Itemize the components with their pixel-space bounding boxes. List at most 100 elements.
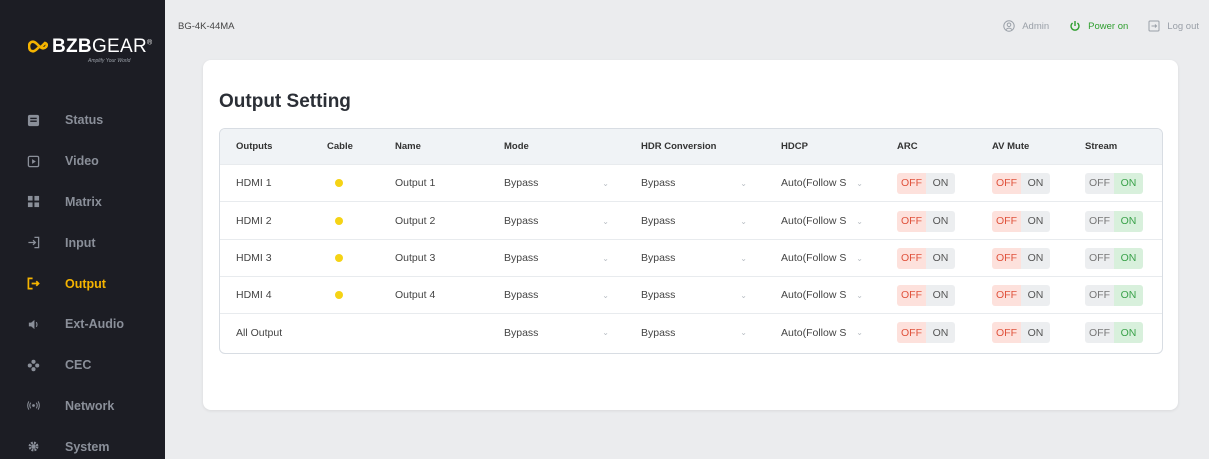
toggle-on-option[interactable]: ON: [926, 210, 955, 232]
col-stream: Stream: [1085, 141, 1118, 152]
logout-button[interactable]: Log out: [1148, 20, 1199, 32]
table-header: Outputs Cable Name Mode HDR Conversion H…: [220, 129, 1162, 165]
sidebar-item-cec[interactable]: CEC: [0, 345, 165, 386]
status-icon: [26, 113, 40, 127]
arc-toggle[interactable]: OFF ON: [897, 210, 955, 232]
toggle-on-option[interactable]: ON: [1021, 172, 1050, 194]
table-row: All Output Bypass ⌄ Bypass ⌄ Auto(Follow S…: [220, 314, 1162, 351]
toggle-off-option[interactable]: OFF: [1085, 284, 1114, 306]
toggle-off-option[interactable]: OFF: [992, 210, 1021, 232]
toggle-off-option[interactable]: OFF: [992, 247, 1021, 269]
arc-toggle[interactable]: OFF ON: [897, 172, 955, 194]
stream-cell: OFF ON: [1085, 203, 1143, 239]
mode-select[interactable]: Bypass ⌄: [504, 327, 609, 339]
toggle-on-option[interactable]: ON: [1114, 172, 1143, 194]
mode-value: Bypass: [504, 289, 539, 301]
hdcp-select[interactable]: Auto(Follow S ⌄: [781, 177, 863, 189]
power-icon: [1070, 21, 1080, 31]
stream-toggle[interactable]: OFF ON: [1085, 284, 1143, 306]
av-mute-toggle[interactable]: OFF ON: [992, 284, 1050, 306]
toggle-on-option[interactable]: ON: [1114, 284, 1143, 306]
mode-cell: Bypass ⌄: [504, 314, 609, 351]
chevron-down-icon: ⌄: [602, 328, 609, 337]
toggle-off-option[interactable]: OFF: [897, 284, 926, 306]
toggle-off-option[interactable]: OFF: [1085, 247, 1114, 269]
chevron-down-icon: ⌄: [602, 290, 609, 300]
toggle-on-option[interactable]: ON: [926, 322, 955, 343]
hdcp-cell: Auto(Follow S ⌄: [781, 165, 863, 201]
av-mute-toggle[interactable]: OFF ON: [992, 172, 1050, 194]
stream-toggle[interactable]: OFF ON: [1085, 172, 1143, 194]
table-row: HDMI 1 Output 1 Bypass ⌄ Bypass ⌄ Auto(Fol…: [220, 165, 1162, 202]
sidebar-item-network[interactable]: Network: [0, 386, 165, 427]
output-label: HDMI 1: [236, 177, 272, 189]
power-button[interactable]: Power on: [1069, 20, 1128, 32]
mode-value: Bypass: [504, 215, 539, 227]
toggle-on-option[interactable]: ON: [926, 172, 955, 194]
toggle-off-option[interactable]: OFF: [897, 247, 926, 269]
toggle-on-option[interactable]: ON: [926, 247, 955, 269]
toggle-on-option[interactable]: ON: [1114, 210, 1143, 232]
stream-toggle[interactable]: OFF ON: [1085, 322, 1143, 343]
av-mute-toggle[interactable]: OFF ON: [992, 247, 1050, 269]
hdr-conversion-select[interactable]: Bypass ⌄: [641, 327, 747, 339]
toggle-on-option[interactable]: ON: [1114, 247, 1143, 269]
output-name: Output 4: [395, 289, 436, 301]
hdcp-select[interactable]: Auto(Follow S ⌄: [781, 215, 863, 227]
av-mute-cell: OFF ON: [992, 314, 1050, 351]
arc-toggle[interactable]: OFF ON: [897, 247, 955, 269]
hdcp-select[interactable]: Auto(Follow S ⌄: [781, 289, 863, 301]
hdcp-select[interactable]: Auto(Follow S ⌄: [781, 327, 863, 339]
toggle-off-option[interactable]: OFF: [1085, 210, 1114, 232]
stream-cell: OFF ON: [1085, 240, 1143, 276]
toggle-off-option[interactable]: OFF: [992, 172, 1021, 194]
toggle-on-option[interactable]: ON: [1021, 210, 1050, 232]
av-mute-toggle[interactable]: OFF ON: [992, 322, 1050, 343]
sidebar-item-input[interactable]: Input: [0, 222, 165, 263]
toggle-off-option[interactable]: OFF: [1085, 172, 1114, 194]
chevron-down-icon: ⌄: [602, 178, 609, 188]
toggle-off-option[interactable]: OFF: [897, 172, 926, 194]
av-mute-cell: OFF ON: [992, 203, 1050, 239]
toggle-off-option[interactable]: OFF: [1085, 322, 1114, 343]
toggle-off-option[interactable]: OFF: [992, 322, 1021, 343]
hdr-conversion-select[interactable]: Bypass ⌄: [641, 215, 747, 227]
mode-select[interactable]: Bypass ⌄: [504, 177, 609, 189]
hdr-conversion-select[interactable]: Bypass ⌄: [641, 289, 747, 301]
mode-select[interactable]: Bypass ⌄: [504, 215, 609, 227]
stream-toggle[interactable]: OFF ON: [1085, 210, 1143, 232]
hdcp-select[interactable]: Auto(Follow S ⌄: [781, 252, 863, 264]
sidebar-item-ext-audio[interactable]: Ext-Audio: [0, 304, 165, 345]
sidebar-item-status[interactable]: Status: [0, 100, 165, 141]
output-label: All Output: [236, 326, 283, 339]
av-mute-toggle[interactable]: OFF ON: [992, 210, 1050, 232]
sidebar-item-label: Ext-Audio: [65, 317, 125, 332]
stream-toggle[interactable]: OFF ON: [1085, 247, 1143, 269]
hdr-conversion-select[interactable]: Bypass ⌄: [641, 252, 747, 264]
sidebar-item-matrix[interactable]: Matrix: [0, 182, 165, 223]
sidebar-item-label: CEC: [65, 358, 92, 373]
sidebar-item-output[interactable]: Output: [0, 263, 165, 304]
admin-button[interactable]: Admin: [1003, 20, 1049, 32]
matrix-icon: [26, 195, 40, 209]
toggle-off-option[interactable]: OFF: [992, 284, 1021, 306]
top-actions: Admin Power on Log out: [983, 20, 1199, 32]
mode-select[interactable]: Bypass ⌄: [504, 289, 609, 301]
toggle-on-option[interactable]: ON: [1021, 284, 1050, 306]
sidebar-item-video[interactable]: Video: [0, 141, 165, 182]
hdr-conversion-select[interactable]: Bypass ⌄: [641, 177, 747, 189]
toggle-on-option[interactable]: ON: [926, 284, 955, 306]
col-av-mute: AV Mute: [992, 141, 1030, 152]
hdcp-value: Auto(Follow S: [781, 289, 847, 301]
arc-toggle[interactable]: OFF ON: [897, 322, 955, 343]
toggle-on-option[interactable]: ON: [1021, 322, 1050, 343]
toggle-on-option[interactable]: ON: [1114, 322, 1143, 343]
toggle-on-option[interactable]: ON: [1021, 247, 1050, 269]
mode-select[interactable]: Bypass ⌄: [504, 252, 609, 264]
toggle-off-option[interactable]: OFF: [897, 210, 926, 232]
arc-toggle[interactable]: OFF ON: [897, 284, 955, 306]
toggle-off-option[interactable]: OFF: [897, 322, 926, 343]
sidebar-item-label: Input: [65, 235, 96, 250]
gear-icon: [26, 440, 40, 454]
sidebar-item-system[interactable]: System: [0, 426, 165, 459]
